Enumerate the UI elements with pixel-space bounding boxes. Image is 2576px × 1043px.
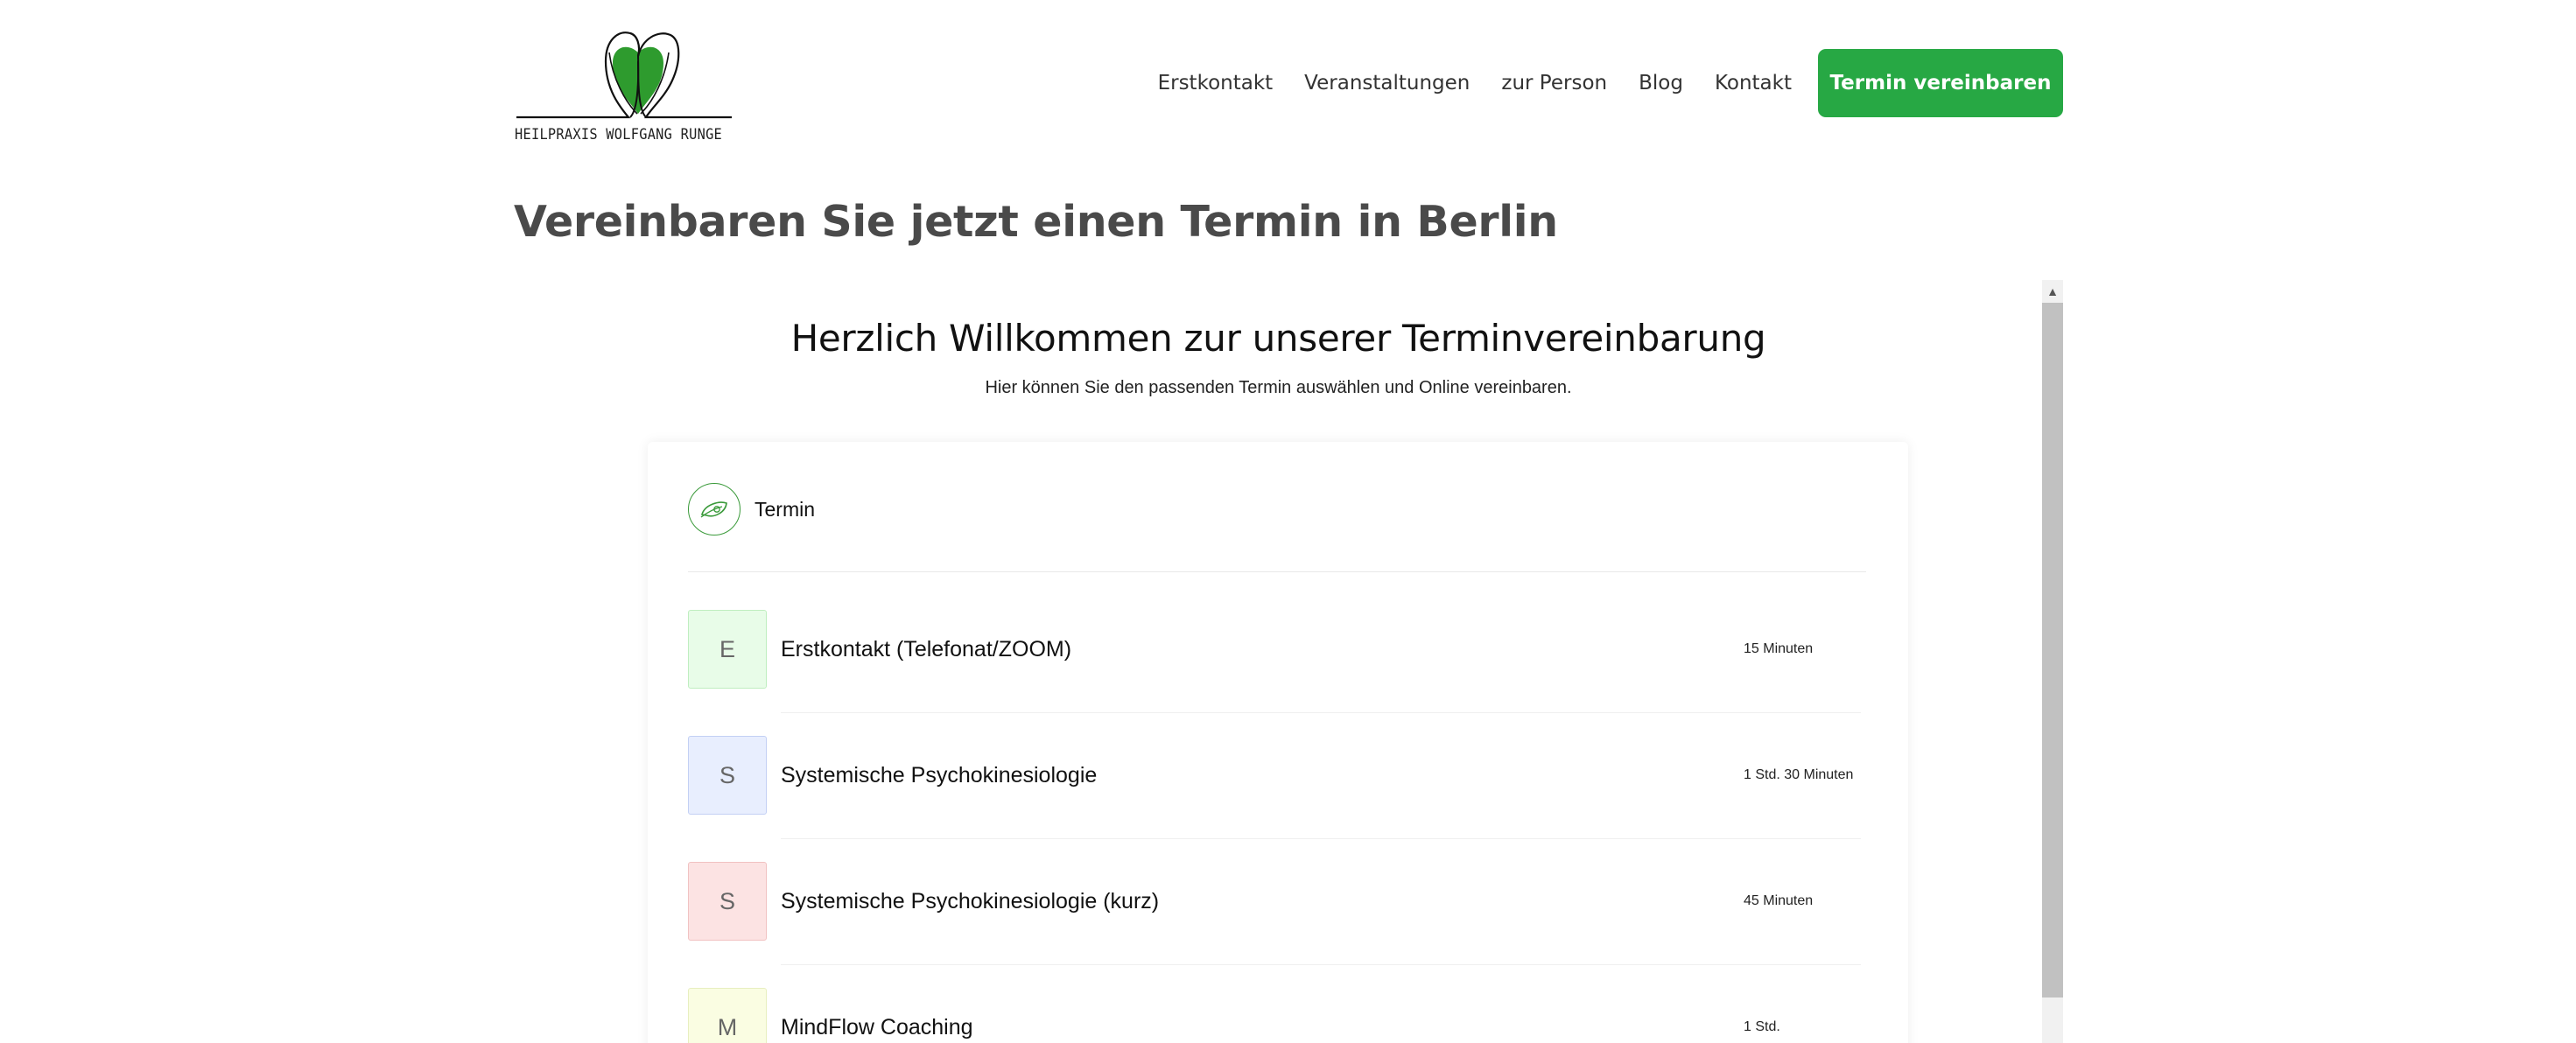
nav-link-veranstaltungen[interactable]: Veranstaltungen bbox=[1304, 72, 1470, 94]
main-nav: Erstkontakt Veranstaltungen zur Person B… bbox=[1158, 49, 2063, 117]
divider bbox=[688, 571, 1866, 572]
heart-tree-logo-icon bbox=[516, 32, 732, 119]
service-letter-badge: S bbox=[688, 862, 767, 941]
service-item-systemische-psychokinesiologie-kurz[interactable]: S Systemische Psychokinesiologie (kurz) … bbox=[688, 862, 1866, 965]
category-label: Termin bbox=[755, 497, 816, 521]
divider bbox=[781, 838, 1861, 839]
frame-scrollbar[interactable]: ▲ bbox=[2042, 280, 2063, 1043]
service-name: Erstkontakt (Telefonat/ZOOM) bbox=[781, 637, 1072, 662]
scroll-up-arrow-icon[interactable]: ▲ bbox=[2042, 280, 2063, 303]
termin-vereinbaren-button[interactable]: Termin vereinbaren bbox=[1818, 49, 2063, 117]
service-letter-badge: E bbox=[688, 610, 767, 689]
logo-text: HEILPRAXIS WOLFGANG RUNGE bbox=[515, 126, 723, 144]
service-duration: 45 Minuten bbox=[1744, 893, 1814, 908]
page-title: Vereinbaren Sie jetzt einen Termin in Be… bbox=[514, 197, 1558, 247]
divider bbox=[781, 712, 1861, 713]
page: HEILPRAXIS WOLFGANG RUNGE Erstkontakt Ve… bbox=[0, 0, 2576, 1043]
service-letter-badge: S bbox=[688, 736, 767, 815]
nav-link-blog[interactable]: Blog bbox=[1639, 72, 1683, 94]
booking-subtitle: Hier können Sie den passenden Termin aus… bbox=[985, 378, 1572, 397]
nav-link-kontakt[interactable]: Kontakt bbox=[1715, 72, 1792, 94]
site-logo[interactable]: HEILPRAXIS WOLFGANG RUNGE bbox=[515, 26, 733, 149]
leaf-icon bbox=[688, 483, 741, 536]
service-duration: 1 Std. bbox=[1744, 1019, 1780, 1034]
scrollbar-thumb[interactable] bbox=[2042, 303, 2063, 998]
service-name: Systemische Psychokinesiologie (kurz) bbox=[781, 889, 1160, 914]
service-item-mindflow-coaching[interactable]: M MindFlow Coaching 1 Std. bbox=[688, 988, 1866, 1043]
service-letter-badge: M bbox=[688, 988, 767, 1043]
booking-title: Herzlich Willkommen zur unserer Terminve… bbox=[790, 317, 1766, 360]
service-card: Termin E Erstkontakt (Telefonat/ZOOM) 15… bbox=[648, 442, 1908, 1043]
nav-link-zur-person[interactable]: zur Person bbox=[1501, 72, 1607, 94]
divider bbox=[781, 964, 1861, 965]
service-name: MindFlow Coaching bbox=[781, 1015, 973, 1040]
category-header: Termin bbox=[688, 482, 815, 536]
service-duration: 15 Minuten bbox=[1744, 641, 1814, 656]
service-duration: 1 Std. 30 Minuten bbox=[1744, 767, 1854, 782]
service-name: Systemische Psychokinesiologie bbox=[781, 763, 1098, 788]
service-item-erstkontakt[interactable]: E Erstkontakt (Telefonat/ZOOM) 15 Minute… bbox=[688, 610, 1866, 713]
service-item-systemische-psychokinesiologie[interactable]: S Systemische Psychokinesiologie 1 Std. … bbox=[688, 736, 1866, 839]
nav-link-erstkontakt[interactable]: Erstkontakt bbox=[1158, 72, 1274, 94]
booking-iframe: Herzlich Willkommen zur unserer Terminve… bbox=[515, 280, 2063, 1043]
